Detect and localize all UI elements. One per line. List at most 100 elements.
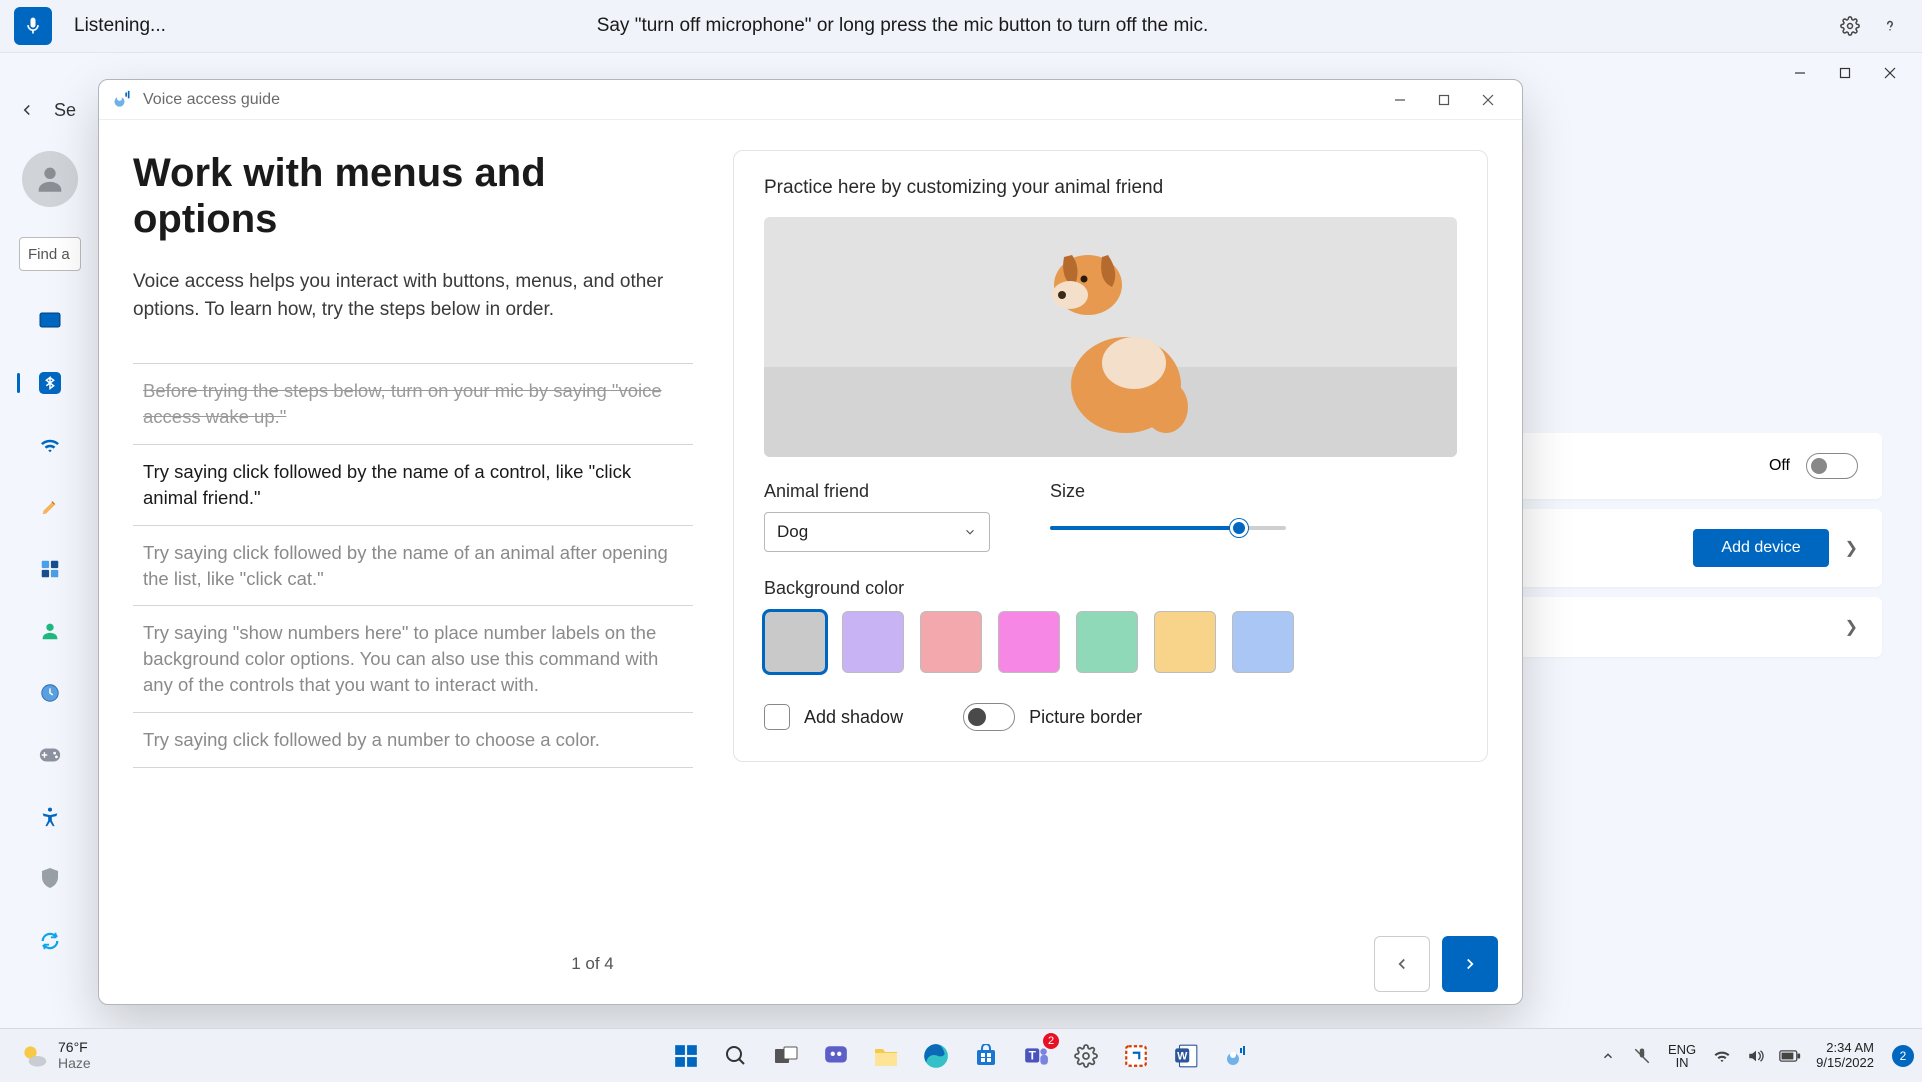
settings-app-icon[interactable] [1065, 1035, 1107, 1077]
animal-stage [764, 217, 1457, 457]
wifi-icon[interactable] [1708, 1042, 1736, 1070]
volume-icon[interactable] [1742, 1042, 1770, 1070]
task-view-button[interactable] [765, 1035, 807, 1077]
voice-status: Listening... [74, 15, 594, 37]
step-item: Before trying the steps below, turn on y… [133, 363, 693, 445]
svg-text:W: W [1177, 1050, 1188, 1062]
nav-update[interactable] [29, 921, 71, 961]
guide-heading: Work with menus and options [133, 150, 693, 242]
guide-steps: Before trying the steps below, turn on y… [133, 363, 693, 768]
word-icon[interactable]: W [1165, 1035, 1207, 1077]
weather-widget[interactable]: 76°F Haze [8, 1040, 103, 1071]
modal-minimize-button[interactable] [1378, 85, 1422, 115]
mic-button[interactable] [14, 7, 52, 45]
dog-illustration [1016, 235, 1206, 440]
color-swatch[interactable] [1076, 611, 1138, 673]
color-swatch[interactable] [998, 611, 1060, 673]
practice-title: Practice here by customizing your animal… [764, 177, 1457, 199]
nav-bluetooth[interactable] [29, 363, 71, 403]
file-explorer-icon[interactable] [865, 1035, 907, 1077]
step-item: Try saying click followed by the name of… [133, 445, 693, 526]
taskbar-apps: T2 W [665, 1035, 1257, 1077]
guide-left-column: Work with menus and options Voice access… [133, 150, 693, 904]
guide-description: Voice access helps you interact with but… [133, 268, 693, 323]
modal-maximize-button[interactable] [1422, 85, 1466, 115]
add-shadow-checkbox[interactable]: Add shadow [764, 704, 903, 730]
color-swatch[interactable] [1154, 611, 1216, 673]
animal-friend-label: Animal friend [764, 481, 990, 502]
color-swatches [764, 611, 1457, 673]
maximize-button[interactable] [1822, 58, 1867, 88]
size-label: Size [1050, 481, 1286, 502]
svg-text:T: T [1029, 1048, 1037, 1062]
checkbox-icon [764, 704, 790, 730]
practice-pane: Practice here by customizing your animal… [733, 150, 1488, 762]
modal-titlebar: Voice access guide [99, 80, 1522, 120]
mic-muted-icon[interactable] [1628, 1042, 1656, 1070]
chat-app-icon[interactable] [815, 1035, 857, 1077]
add-shadow-label: Add shadow [804, 707, 903, 728]
size-slider[interactable] [1050, 526, 1286, 530]
search-button[interactable] [715, 1035, 757, 1077]
edge-icon[interactable] [915, 1035, 957, 1077]
guide-right-column: Practice here by customizing your animal… [733, 150, 1488, 904]
voice-hint: Say "turn off microphone" or long press … [594, 15, 1211, 37]
animal-friend-value: Dog [777, 522, 808, 542]
color-swatch[interactable] [1232, 611, 1294, 673]
nav-gaming[interactable] [29, 735, 71, 775]
weather-icon [20, 1042, 48, 1070]
modal-footer: 1 of 4 [99, 924, 1522, 1004]
nav-time[interactable] [29, 673, 71, 713]
help-icon[interactable] [1872, 8, 1908, 44]
tray-overflow-icon[interactable] [1594, 1042, 1622, 1070]
next-button[interactable] [1442, 936, 1498, 992]
weather-temp: 76°F [58, 1040, 91, 1055]
store-icon[interactable] [965, 1035, 1007, 1077]
voice-access-app-icon [111, 89, 133, 111]
breadcrumb: Se [54, 100, 76, 121]
teams-badge: 2 [1043, 1033, 1059, 1049]
system-tray: ENG IN 2:34 AM 9/15/2022 2 [1594, 1041, 1914, 1071]
nav-privacy[interactable] [29, 859, 71, 899]
nav-accessibility[interactable] [29, 797, 71, 837]
find-setting-input[interactable]: Find a [19, 237, 81, 271]
avatar[interactable] [22, 151, 78, 207]
minimize-button[interactable] [1777, 58, 1822, 88]
color-swatch[interactable] [764, 611, 826, 673]
toggle-icon [963, 703, 1015, 731]
picture-border-toggle[interactable]: Picture border [963, 703, 1142, 731]
nav-accounts[interactable] [29, 611, 71, 651]
back-button[interactable]: Se [12, 93, 88, 127]
nav-personalization[interactable] [29, 487, 71, 527]
voice-access-guide-window: Voice access guide Work with menus and o… [98, 79, 1523, 1005]
nav-network[interactable] [29, 425, 71, 465]
toggle-state-label: Off [1769, 457, 1790, 475]
nav-apps[interactable] [29, 549, 71, 589]
settings-gear-icon[interactable] [1832, 8, 1868, 44]
picture-border-label: Picture border [1029, 707, 1142, 728]
chevron-right-icon: ❯ [1845, 538, 1858, 558]
toggle-switch[interactable] [1806, 453, 1858, 479]
start-button[interactable] [665, 1035, 707, 1077]
modal-title: Voice access guide [143, 91, 280, 109]
voice-access-taskbar-icon[interactable] [1215, 1035, 1257, 1077]
bg-color-label: Background color [764, 578, 1457, 599]
step-item: Try saying "show numbers here" to place … [133, 606, 693, 713]
nav-system[interactable] [29, 301, 71, 341]
snipping-tool-icon[interactable] [1115, 1035, 1157, 1077]
teams-icon[interactable]: T2 [1015, 1035, 1057, 1077]
modal-close-button[interactable] [1466, 85, 1510, 115]
language-indicator[interactable]: ENG IN [1662, 1043, 1702, 1069]
prev-button[interactable] [1374, 936, 1430, 992]
step-item: Try saying click followed by a number to… [133, 713, 693, 768]
voice-access-bar: Listening... Say "turn off microphone" o… [0, 0, 1922, 53]
close-button[interactable] [1867, 58, 1912, 88]
battery-icon[interactable] [1776, 1042, 1804, 1070]
clock[interactable]: 2:34 AM 9/15/2022 [1810, 1041, 1880, 1071]
chevron-right-icon: ❯ [1845, 617, 1858, 637]
notification-badge[interactable]: 2 [1892, 1045, 1914, 1067]
color-swatch[interactable] [842, 611, 904, 673]
animal-friend-select[interactable]: Dog [764, 512, 990, 552]
add-device-button[interactable]: Add device [1693, 529, 1828, 567]
color-swatch[interactable] [920, 611, 982, 673]
